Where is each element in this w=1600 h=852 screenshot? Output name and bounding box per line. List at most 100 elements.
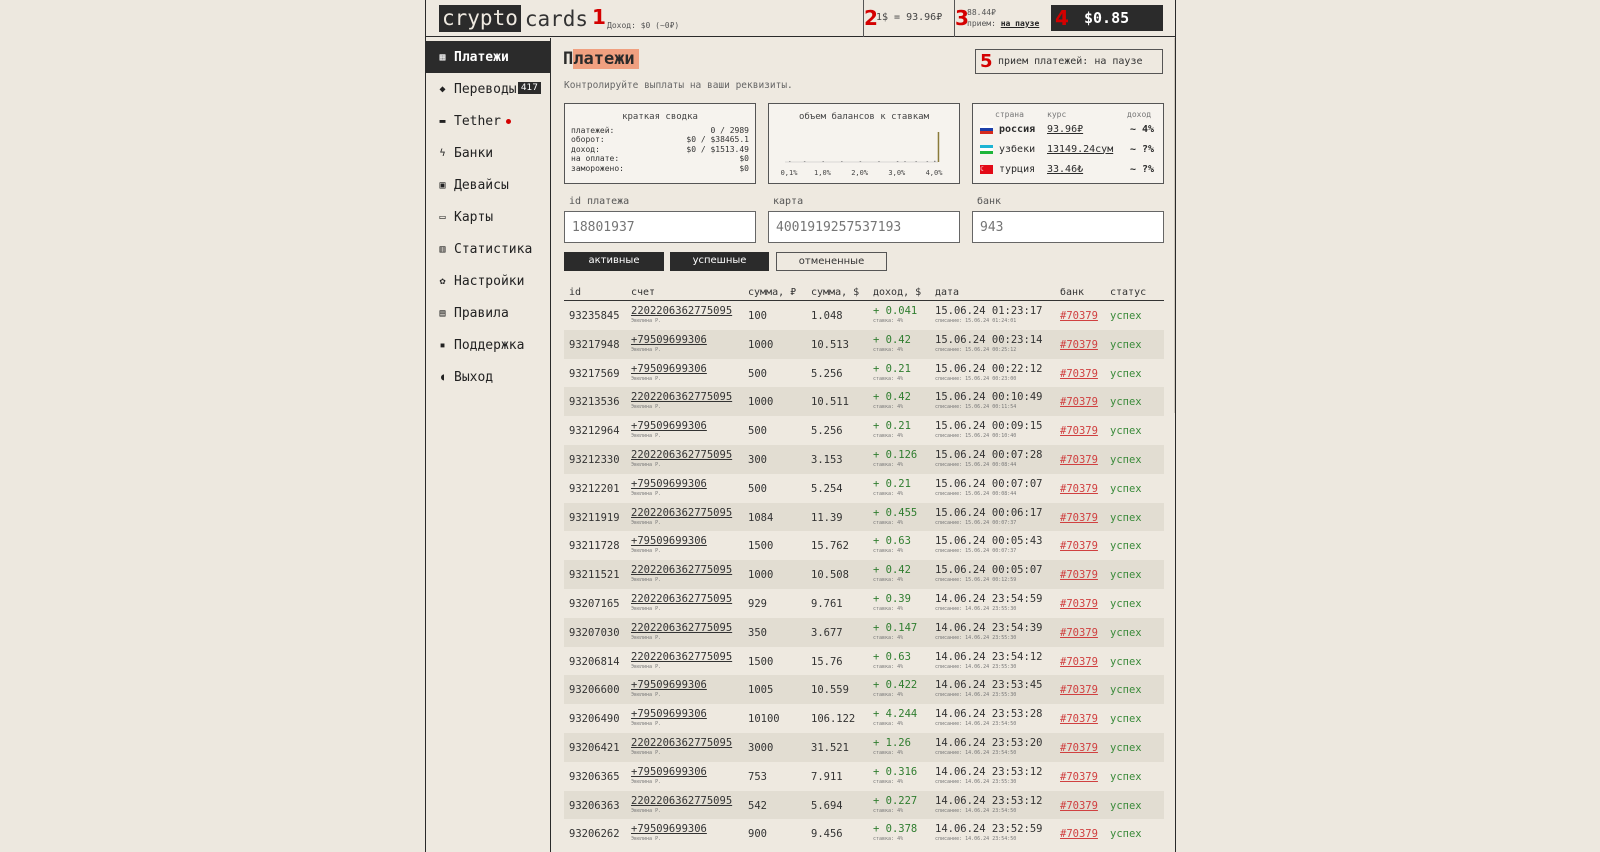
lightning-icon: ϟ xyxy=(439,147,446,159)
cell-account[interactable]: 2202206362775095 xyxy=(631,795,732,807)
tab-active[interactable]: активные xyxy=(564,252,664,271)
cell-sum-rub: 1000 xyxy=(748,396,774,409)
scrollbar[interactable] xyxy=(1174,38,1175,413)
chart-bar xyxy=(896,161,899,162)
cell-income-rate: ставка: 4% xyxy=(873,749,904,756)
table-row: 93217948 +79509699306 Эвелина Р. 1000 10.513… xyxy=(564,329,1164,359)
sidebar-item-6[interactable]: ▥ Статистика xyxy=(426,233,550,265)
cell-account[interactable]: +79509699306 xyxy=(631,420,707,432)
cell-bank-link[interactable]: #70379 xyxy=(1060,454,1098,466)
cell-bank-link[interactable]: #70379 xyxy=(1060,339,1098,351)
cell-account[interactable]: 2202206362775095 xyxy=(631,737,732,749)
sidebar-item-10[interactable]: ◖ Выход xyxy=(426,361,550,393)
tab-success[interactable]: успешные xyxy=(670,252,769,271)
cell-bank-link[interactable]: #70379 xyxy=(1060,684,1098,696)
cell-bank-link[interactable]: #70379 xyxy=(1060,742,1098,754)
cell-sum-rub: 753 xyxy=(748,770,767,783)
rate-country: турция xyxy=(999,163,1036,175)
pause-status-box[interactable]: 5 прием платежей: на паузе xyxy=(975,49,1163,74)
sidebar-item-8[interactable]: ▤ Правила xyxy=(426,297,550,329)
cell-bank-link[interactable]: #70379 xyxy=(1060,627,1098,639)
sidebar-item-1[interactable]: ◆ Переводы 417 xyxy=(426,73,550,105)
table-row: 93212964 +79509699306 Эвелина Р. 500 5.256 + … xyxy=(564,416,1164,445)
cell-bank-link[interactable]: #70379 xyxy=(1060,540,1098,552)
cell-status: успех xyxy=(1110,396,1142,409)
header-status-link[interactable]: на паузе xyxy=(1001,19,1040,28)
sidebar-item-3[interactable]: ϟ Банки xyxy=(426,137,550,169)
cell-account[interactable]: 2202206362775095 xyxy=(631,622,732,634)
cell-date: 15.06.24 00:22:12 xyxy=(935,362,1043,375)
cell-sum-rub: 100 xyxy=(748,310,767,322)
cell-account-holder: Эвелина Р. xyxy=(631,778,662,785)
cell-bank-link[interactable]: #70379 xyxy=(1060,800,1098,812)
page-title-first: П xyxy=(563,49,574,69)
cell-account-holder: Эвелина Р. xyxy=(631,548,662,555)
cell-sum-rub: 1500 xyxy=(748,655,774,668)
rate-value[interactable]: 13149.24сум xyxy=(1047,144,1130,155)
cell-id: 93206421 xyxy=(569,741,620,754)
cell-account[interactable]: 2202206362775095 xyxy=(631,391,732,403)
table-row: 93207165 2202206362775095 Эвелина Р. 929 9.7… xyxy=(564,589,1164,618)
cell-status: успех xyxy=(1110,828,1142,841)
cell-account[interactable]: +79509699306 xyxy=(631,823,707,835)
th-id: id xyxy=(569,287,582,298)
chart-bar xyxy=(841,161,843,162)
cell-account[interactable]: 2202206362775095 xyxy=(631,507,732,519)
cell-account[interactable]: +79509699306 xyxy=(631,535,707,547)
pause-status-label: прием платежей: на паузе xyxy=(998,56,1143,67)
cell-bank-link[interactable]: #70379 xyxy=(1060,310,1098,322)
sidebar-item-2[interactable]: ▬ Tether xyxy=(426,105,550,137)
summary-row: оборот: $0 / $38465.1 xyxy=(565,135,755,144)
cell-bank-link[interactable]: #70379 xyxy=(1060,425,1098,437)
cell-status: успех xyxy=(1110,453,1142,466)
sidebar: ▦ Платежи ◆ Переводы 417 ▬ Tether ϟ Банки ▣ Девайс… xyxy=(426,38,551,852)
cell-bank-link[interactable]: #70379 xyxy=(1060,771,1098,783)
cell-account[interactable]: +79509699306 xyxy=(631,363,707,375)
sidebar-item-5[interactable]: ▭ Карты xyxy=(426,201,550,233)
cell-account-holder: Эвелина Р. xyxy=(631,577,662,584)
cell-income-rate: ставка: 4% xyxy=(873,404,904,411)
cell-date: 14.06.24 23:53:12 xyxy=(935,794,1043,807)
cell-bank-link[interactable]: #70379 xyxy=(1060,512,1098,524)
sidebar-item-9[interactable]: ▪ Поддержка xyxy=(426,329,550,361)
cell-bank-link[interactable]: #70379 xyxy=(1060,656,1098,668)
cell-account[interactable]: +79509699306 xyxy=(631,766,707,778)
cell-account[interactable]: +79509699306 xyxy=(631,478,707,490)
summary-value: $0 / $38465.1 xyxy=(686,135,749,145)
summary-key: доход: xyxy=(571,144,600,154)
filter-card-input[interactable] xyxy=(768,211,960,243)
cell-account[interactable]: 2202206362775095 xyxy=(631,564,732,576)
cell-account[interactable]: +79509699306 xyxy=(631,679,707,691)
header-rate: 1$ = 93.96₽ xyxy=(876,12,943,23)
cell-account-holder: Эвелина Р. xyxy=(631,346,662,353)
cell-bank-link[interactable]: #70379 xyxy=(1060,396,1098,408)
cell-bank-link[interactable]: #70379 xyxy=(1060,713,1098,725)
filter-bank-input[interactable] xyxy=(972,211,1164,243)
rate-value[interactable]: 33.46₺ xyxy=(1047,164,1130,175)
chip-icon: ▣ xyxy=(439,179,446,191)
chart-bar xyxy=(789,161,791,162)
sidebar-item-4[interactable]: ▣ Девайсы xyxy=(426,169,550,201)
rate-value[interactable]: 93.96₽ xyxy=(1047,124,1130,135)
cell-bank-link[interactable]: #70379 xyxy=(1060,598,1098,610)
logo[interactable]: crypto cards xyxy=(439,5,588,32)
sidebar-item-0[interactable]: ▦ Платежи xyxy=(426,41,550,73)
cell-account[interactable]: 2202206362775095 xyxy=(631,651,732,663)
cell-date-writeoff: списание: 14.06.24 23:54:50 xyxy=(935,836,1017,843)
cell-bank-link[interactable]: #70379 xyxy=(1060,569,1098,581)
cell-bank-link[interactable]: #70379 xyxy=(1060,483,1098,495)
sidebar-item-7[interactable]: ✿ Настройки xyxy=(426,265,550,297)
cell-account[interactable]: 2202206362775095 xyxy=(631,449,732,461)
cell-bank-link[interactable]: #70379 xyxy=(1060,368,1098,380)
cell-account[interactable]: +79509699306 xyxy=(631,708,707,720)
cell-bank-link[interactable]: #70379 xyxy=(1060,828,1098,840)
filter-id-input[interactable] xyxy=(564,211,756,243)
cell-account[interactable]: 2202206362775095 xyxy=(631,305,732,317)
cell-account[interactable]: 2202206362775095 xyxy=(631,593,732,605)
cell-sum-usd: 5.256 xyxy=(811,367,843,380)
page-title: Платежи xyxy=(563,49,639,69)
rates-header: страна курс доход xyxy=(973,110,1163,119)
cell-sum-usd: 11.39 xyxy=(811,511,843,524)
cell-account[interactable]: +79509699306 xyxy=(631,334,707,346)
tab-canceled[interactable]: отмененные xyxy=(776,252,887,271)
